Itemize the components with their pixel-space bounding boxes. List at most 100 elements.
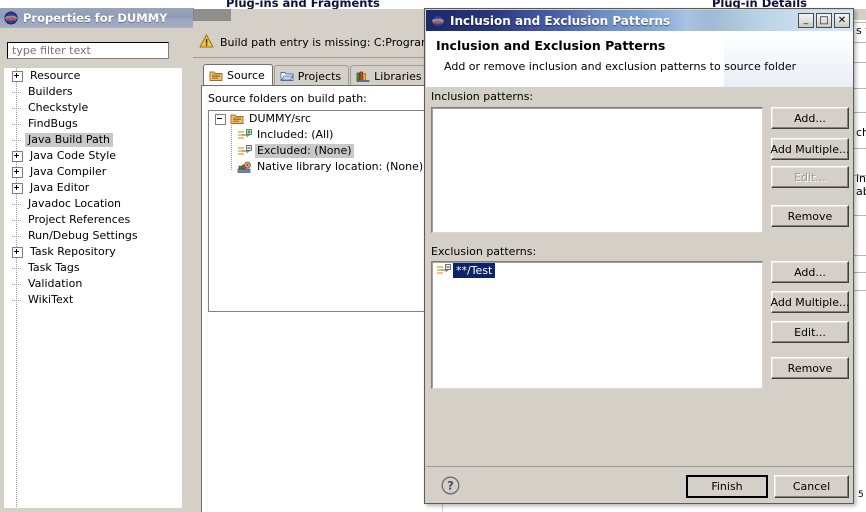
native-lib-icon [237,161,252,174]
filter-input[interactable] [7,42,169,59]
exclusion-add-button[interactable]: Add... [771,261,849,283]
dialog-header-subtitle: Add or remove inclusion and exclusion pa… [444,60,797,73]
properties-window-body: Resource Builders Checkstyle FindBugs Ja… [0,28,193,512]
exclusion-patterns-label: Exclusion patterns: [431,245,537,258]
cancel-button[interactable]: Cancel [774,475,849,498]
source-folders-tree[interactable]: DUMMY/src Included: (All) Excluded: (Non… [208,110,438,312]
dialog-header: Inclusion and Exclusion Patterns Add or … [426,31,853,88]
properties-titlebar[interactable]: Properties for DUMMY [0,8,193,28]
sidebar-item-label: Resource [30,69,81,82]
expand-plus-icon[interactable] [12,70,23,82]
button-label: Add... [794,111,826,125]
source-tab-panel: Source folders on build path: DUMMY/src [201,85,442,512]
sidebar-item-label: Validation [28,277,83,290]
exclusion-patterns-list[interactable]: **/Test [431,261,763,389]
list-item[interactable]: **/Test [432,262,762,279]
bg-rule [854,255,866,256]
bg-text-fragment: s f [856,24,866,37]
source-tree-row-label: Included: (All) [257,128,334,141]
svg-text:?: ? [447,479,454,493]
sidebar-item-validation[interactable]: Validation [4,276,182,292]
button-label: Finish [711,480,743,493]
sidebar-item-java-build-path[interactable]: Java Build Path [4,132,182,148]
expand-plus-icon[interactable] [12,246,23,258]
sidebar-item-wikitext[interactable]: WikiText [4,292,182,308]
inclusion-remove-button[interactable]: Remove [771,205,849,227]
inclusion-exclusion-dialog: Inclusion and Exclusion Patterns _ □ ✕ I… [424,8,854,504]
expand-plus-icon[interactable] [12,166,23,178]
sidebar-item-label: Run/Debug Settings [28,229,138,242]
bg-toolbar-shade [193,9,231,21]
dialog-content: Inclusion patterns: Add... Add Multiple.… [426,87,853,466]
sidebar-item-label: Java Editor [30,181,90,194]
bg-rule [854,148,866,149]
inclusion-add-button[interactable]: Add... [771,107,849,129]
tab-source[interactable]: Source [203,64,273,86]
build-path-tabs[interactable]: Source Projects Libraries [203,64,443,86]
inclusion-patterns-label: Inclusion patterns: [431,90,534,103]
bg-rule [854,215,866,216]
tree-branch-icon [12,88,21,97]
button-label: Cancel [792,480,831,493]
source-folder-icon [230,113,244,125]
collapse-minus-icon[interactable] [215,113,226,125]
dialog-title: Inclusion and Exclusion Patterns [450,13,671,28]
tree-branch-icon [12,264,21,273]
sidebar-item-java-code-style[interactable]: Java Code Style [4,148,182,164]
dialog-titlebar[interactable]: Inclusion and Exclusion Patterns _ □ ✕ [426,10,853,31]
button-label: Edit... [794,170,826,184]
properties-window: Properties for DUMMY Resource Builders C… [0,8,194,512]
tree-branch-icon [12,104,21,113]
sidebar-item-label: Javadoc Location [28,197,122,210]
tab-source-label: Source [227,69,265,82]
exclusion-edit-button[interactable]: Edit... [771,321,849,343]
screen: Plug-ins and Fragments Plug-in Details s… [0,0,866,512]
sidebar-item-checkstyle[interactable]: Checkstyle [4,100,182,116]
properties-category-tree[interactable]: Resource Builders Checkstyle FindBugs Ja… [4,68,182,508]
sidebar-item-javadoc-location[interactable]: Javadoc Location [4,196,182,212]
inclusion-patterns-list[interactable] [431,107,763,233]
close-button[interactable]: ✕ [834,13,850,28]
inclusion-add-multiple-button[interactable]: Add Multiple... [771,138,850,160]
sidebar-item-run-debug-settings[interactable]: Run/Debug Settings [4,228,182,244]
source-tree-row-excluded[interactable]: Excluded: (None) [209,143,437,159]
source-folder-icon [209,70,223,82]
exclusion-add-multiple-button[interactable]: Add Multiple... [771,291,850,313]
expand-plus-icon[interactable] [12,150,23,162]
sidebar-item-java-editor[interactable]: Java Editor [4,180,182,196]
source-tree-row-native-library[interactable]: Native library location: (None) [209,159,437,175]
source-tree-row-dummy-src[interactable]: DUMMY/src [209,111,437,127]
sidebar-item-builders[interactable]: Builders [4,84,182,100]
button-label: Remove [787,361,833,375]
list-item-label: **/Test [453,263,496,278]
exclusion-remove-button[interactable]: Remove [771,357,849,379]
tab-libraries[interactable]: Libraries [350,65,430,86]
finish-button[interactable]: Finish [686,475,768,498]
expand-plus-icon[interactable] [12,182,23,194]
source-tree-row-included[interactable]: Included: (All) [209,127,437,143]
help-question-icon[interactable]: ? [441,476,460,498]
eclipse-globe-icon [4,11,18,25]
source-tree-row-label: DUMMY/src [249,112,311,125]
sidebar-item-task-tags[interactable]: Task Tags [4,260,182,276]
tab-projects[interactable]: Projects [273,65,350,86]
bg-text-fragment: ab [856,185,866,198]
sidebar-item-label: Java Build Path [25,133,114,147]
sidebar-item-findbugs[interactable]: FindBugs [4,116,182,132]
maximize-button[interactable]: □ [816,13,832,28]
include-icon [237,128,252,142]
header-banner-graphic [724,31,853,87]
button-label: Edit... [794,325,826,339]
warning-triangle-icon [199,34,214,51]
sidebar-item-java-compiler[interactable]: Java Compiler [4,164,182,180]
sidebar-item-task-repository[interactable]: Task Repository [4,244,182,260]
sidebar-item-resource[interactable]: Resource [4,68,182,84]
bg-window-right-body [854,20,866,512]
sidebar-item-label: Builders [28,85,73,98]
bg-rule [854,22,866,23]
sidebar-item-label: Java Compiler [30,165,107,178]
exclude-icon [436,264,451,277]
build-path-warning: Build path entry is missing: C:Program/E… [199,34,443,51]
minimize-button[interactable]: _ [798,13,814,28]
sidebar-item-project-references[interactable]: Project References [4,212,182,228]
